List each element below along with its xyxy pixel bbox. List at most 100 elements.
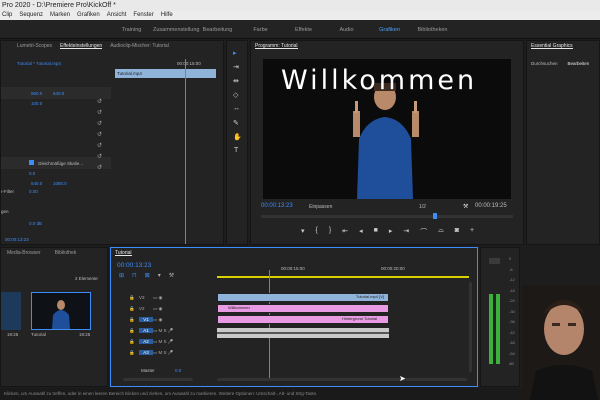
tab-media-browser[interactable]: Media-Browser (7, 250, 41, 256)
track-scrollbar[interactable] (123, 378, 193, 381)
anchor-y[interactable]: 1080.0 (53, 181, 67, 186)
effects-clip-bar[interactable]: Tutorial.mp4 (115, 69, 216, 78)
menu-sequenz[interactable]: Sequenz (19, 12, 43, 20)
mark-out-icon[interactable]: } (329, 227, 331, 237)
position-y[interactable]: 540.0 (53, 91, 64, 96)
camera-icon[interactable]: ◙ (455, 227, 459, 237)
track-header-v1[interactable]: 🔒 V1 ▭ ◉ (129, 314, 211, 325)
wrench-icon[interactable]: ⚒ (463, 203, 468, 210)
track-header-v2[interactable]: 🔒 V2 ▭ ◉ (129, 303, 211, 314)
scale-value[interactable]: 100.0 (31, 101, 42, 106)
fit-dropdown[interactable]: Einpassen (309, 204, 332, 210)
add-button-icon[interactable]: + (470, 227, 474, 237)
step-back-icon[interactable]: ◂ (359, 227, 363, 237)
effects-playhead[interactable] (185, 59, 186, 244)
go-to-in-icon[interactable]: ⇤ (342, 227, 348, 237)
transport-controls: ▾ { } ⇤ ◂ ■ ▸ ⇥ ⌒ ⌓ ◙ + (301, 227, 474, 237)
project-thumb-tutorial[interactable] (31, 292, 91, 330)
effects-breadcrumb[interactable]: Tutorial * Tutorial.mp4 (17, 61, 61, 66)
reset-icon[interactable]: ↺ (97, 141, 115, 152)
program-timecode[interactable]: 00:00:13:23 (261, 203, 293, 209)
tab-audio-mixer[interactable]: Audioclip-Mischer: Tutorial (110, 43, 169, 49)
position-x[interactable]: 960.0 (31, 91, 42, 96)
slip-tool-icon[interactable]: ↔ (233, 105, 240, 112)
pen-tool-icon[interactable]: ✎ (233, 119, 239, 127)
reset-icon[interactable]: ↺ (97, 119, 115, 130)
timeline-scrollbar[interactable] (217, 378, 467, 381)
tab-lumetri-scopes[interactable]: Lumetri-Scopes (17, 43, 52, 49)
nest-icon[interactable]: ⊞ (119, 272, 124, 279)
go-to-out-icon[interactable]: ⇥ (403, 227, 409, 237)
timeline-settings-icon[interactable]: ⚒ (169, 272, 174, 279)
audio-clip-a1[interactable] (217, 328, 389, 338)
linked-selection-icon[interactable]: ⊠ (145, 272, 150, 279)
clip-background[interactable]: Hintergrund Tutorial (217, 315, 389, 324)
track-header-a3[interactable]: 🔒 A3 ▭ M S 🎤 (129, 347, 211, 358)
volume-value[interactable]: 0.0 dB (29, 221, 42, 226)
anchor-x[interactable]: 540.0 (31, 181, 42, 186)
razor-tool-icon[interactable]: ◇ (233, 91, 238, 99)
hand-tool-icon[interactable]: ✋ (233, 133, 242, 141)
workspace-training[interactable]: Training (110, 20, 153, 38)
reset-icon[interactable]: ↺ (97, 97, 115, 108)
tab-program[interactable]: Programm: Tutorial (255, 43, 298, 49)
uniform-scale-checkbox[interactable] (29, 160, 34, 165)
reset-icon[interactable]: ↺ (97, 152, 115, 163)
workspace-effekte[interactable]: Effekte (282, 20, 325, 38)
menu-fenster[interactable]: Fenster (133, 12, 153, 20)
track-header-a2[interactable]: 🔒 A2 ▭ M S 🎤 (129, 336, 211, 347)
timeline-vscroll[interactable] (469, 282, 472, 372)
effects-current-timecode[interactable]: 00:00:13:23 (5, 237, 29, 242)
project-thumb-1[interactable] (1, 292, 21, 330)
program-duration: 00:00:19:25 (475, 203, 507, 209)
workspace-audio[interactable]: Audio (325, 20, 368, 38)
work-area-bar[interactable] (217, 276, 469, 278)
menu-clip[interactable]: Clip (2, 12, 12, 20)
tab-effect-controls[interactable]: Effekteinstellungen (60, 43, 103, 49)
menu-ansicht[interactable]: Ansicht (107, 12, 127, 20)
menu-marken[interactable]: Marken (50, 12, 70, 20)
resolution-dropdown[interactable]: 1/2 (419, 204, 426, 210)
timeline-timecode[interactable]: 00:00:13:23 (117, 262, 151, 269)
program-playhead[interactable] (433, 213, 437, 219)
workspace-farbe[interactable]: Farbe (239, 20, 282, 38)
tab-library[interactable]: Bibliothek (55, 250, 77, 256)
ripple-edit-icon[interactable]: ⇹ (233, 77, 239, 85)
clip-willkommen[interactable]: Willkommen (217, 304, 389, 313)
track-header-v3[interactable]: 🔒 V3 ▭ ◉ (129, 292, 211, 303)
timeline-playhead[interactable] (269, 270, 270, 378)
mark-in-icon[interactable]: { (316, 227, 318, 237)
tab-browse[interactable]: Durchsuchen (531, 61, 558, 66)
track-select-icon[interactable]: ⇥ (233, 63, 239, 71)
reset-icon[interactable]: ↺ (97, 163, 115, 174)
workspace-bibliotheken[interactable]: Bibliotheken (411, 20, 454, 38)
master-value[interactable]: 0.0 (175, 368, 181, 373)
rotation-value[interactable]: 0.0 (29, 171, 35, 176)
project-item-name: Tutorial (31, 332, 46, 337)
step-forward-icon[interactable]: ▸ (389, 227, 393, 237)
stop-icon[interactable]: ■ (374, 227, 378, 237)
workspace-grafiken[interactable]: Grafiken (368, 20, 411, 38)
workspace-zusammenstellung[interactable]: Zusammenstellung (153, 20, 199, 38)
menu-grafiken[interactable]: Grafiken (77, 12, 100, 20)
add-marker-icon[interactable]: ▾ (158, 272, 161, 279)
type-tool-icon[interactable]: T (234, 147, 238, 154)
marker-icon[interactable]: ▾ (301, 227, 305, 237)
snap-icon[interactable]: ⊓ (132, 272, 137, 279)
reset-icon[interactable]: ↺ (97, 108, 115, 119)
essential-graphics-title[interactable]: Essential Graphics (531, 43, 573, 49)
reset-icon[interactable]: ↺ (97, 130, 115, 141)
selection-tool-icon[interactable]: ▸ (233, 49, 237, 57)
clip-tutorial-v3[interactable]: Tutorial.mp4 [V] (217, 293, 389, 302)
project-panel: Media-Browser Bibliothek 2 Elemente 19:2… (0, 247, 108, 387)
menu-hilfe[interactable]: Hilfe (161, 12, 173, 20)
program-scrubber[interactable] (261, 215, 513, 218)
tab-edit[interactable]: Bearbeiten (568, 61, 590, 66)
track-header-a1[interactable]: 🔒 A1 ▭ M S 🎤 (129, 325, 211, 336)
extract-icon[interactable]: ⌓ (438, 227, 444, 237)
workspace-bearbeitung[interactable]: Bearbeitung (196, 20, 239, 38)
flicker-filter-value[interactable]: 0.00 (29, 189, 38, 194)
lift-icon[interactable]: ⌒ (420, 227, 427, 237)
tab-timeline[interactable]: Tutorial (115, 250, 132, 256)
video-frame[interactable]: Willkommen (263, 59, 511, 199)
